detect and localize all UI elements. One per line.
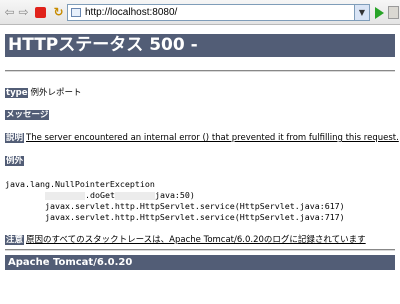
message-row: メッセージ [5,110,50,121]
redacted-text [114,191,155,200]
back-arrow-icon[interactable]: ⇦ [3,6,16,19]
note-row: 注意 原因のすべてのスタックトレースは、Apache Tomcat/6.0.20の… [5,235,366,246]
description-text: The server encountered an internal error… [26,133,399,143]
page-title: HTTPステータス 500 - [5,34,395,57]
trace-line-2-tail: java:50) [154,190,195,200]
go-arrow-icon[interactable] [375,7,384,19]
exception-label: 例外 [5,156,25,166]
type-row: type 例外レポート [5,88,81,99]
divider-top [5,70,395,72]
reload-icon[interactable]: ↻ [52,6,65,19]
note-text: 原因のすべてのスタックトレースは、Apache Tomcat/6.0.20のログ… [26,235,366,245]
trace-line-2-method: .doGet [84,190,115,200]
stop-icon[interactable] [35,7,46,18]
address-text[interactable]: http://localhost:8080/ [85,6,177,19]
stack-trace: java.lang.NullPointerException .doGet jav… [5,179,345,223]
address-bar[interactable]: http://localhost:8080/ ▼ [67,4,370,21]
note-label: 注意 [5,235,25,245]
message-label: メッセージ [5,110,50,120]
divider-bottom [5,249,395,251]
forward-arrow-icon[interactable]: ⇨ [17,6,30,19]
redacted-text [44,191,85,200]
trace-line-3: javax.servlet.http.HttpServlet.service(H… [44,201,345,211]
exception-row: 例外 [5,156,25,167]
description-row: 説明 The server encountered an internal err… [5,133,399,144]
browser-toolbar: ⇦ ⇨ ↻ http://localhost:8080/ ▼ [0,0,400,25]
trace-line-1: java.lang.NullPointerException [5,179,155,189]
type-value: 例外レポート [30,88,82,98]
description-label: 説明 [5,133,25,143]
page-icon [71,8,81,17]
server-footer: Apache Tomcat/6.0.20 [5,255,395,270]
trace-line-4: javax.servlet.http.HttpServlet.service(H… [44,212,345,222]
address-dropdown-icon[interactable]: ▼ [354,5,369,20]
page-menu-icon[interactable] [388,6,399,19]
type-label: type [5,88,29,98]
